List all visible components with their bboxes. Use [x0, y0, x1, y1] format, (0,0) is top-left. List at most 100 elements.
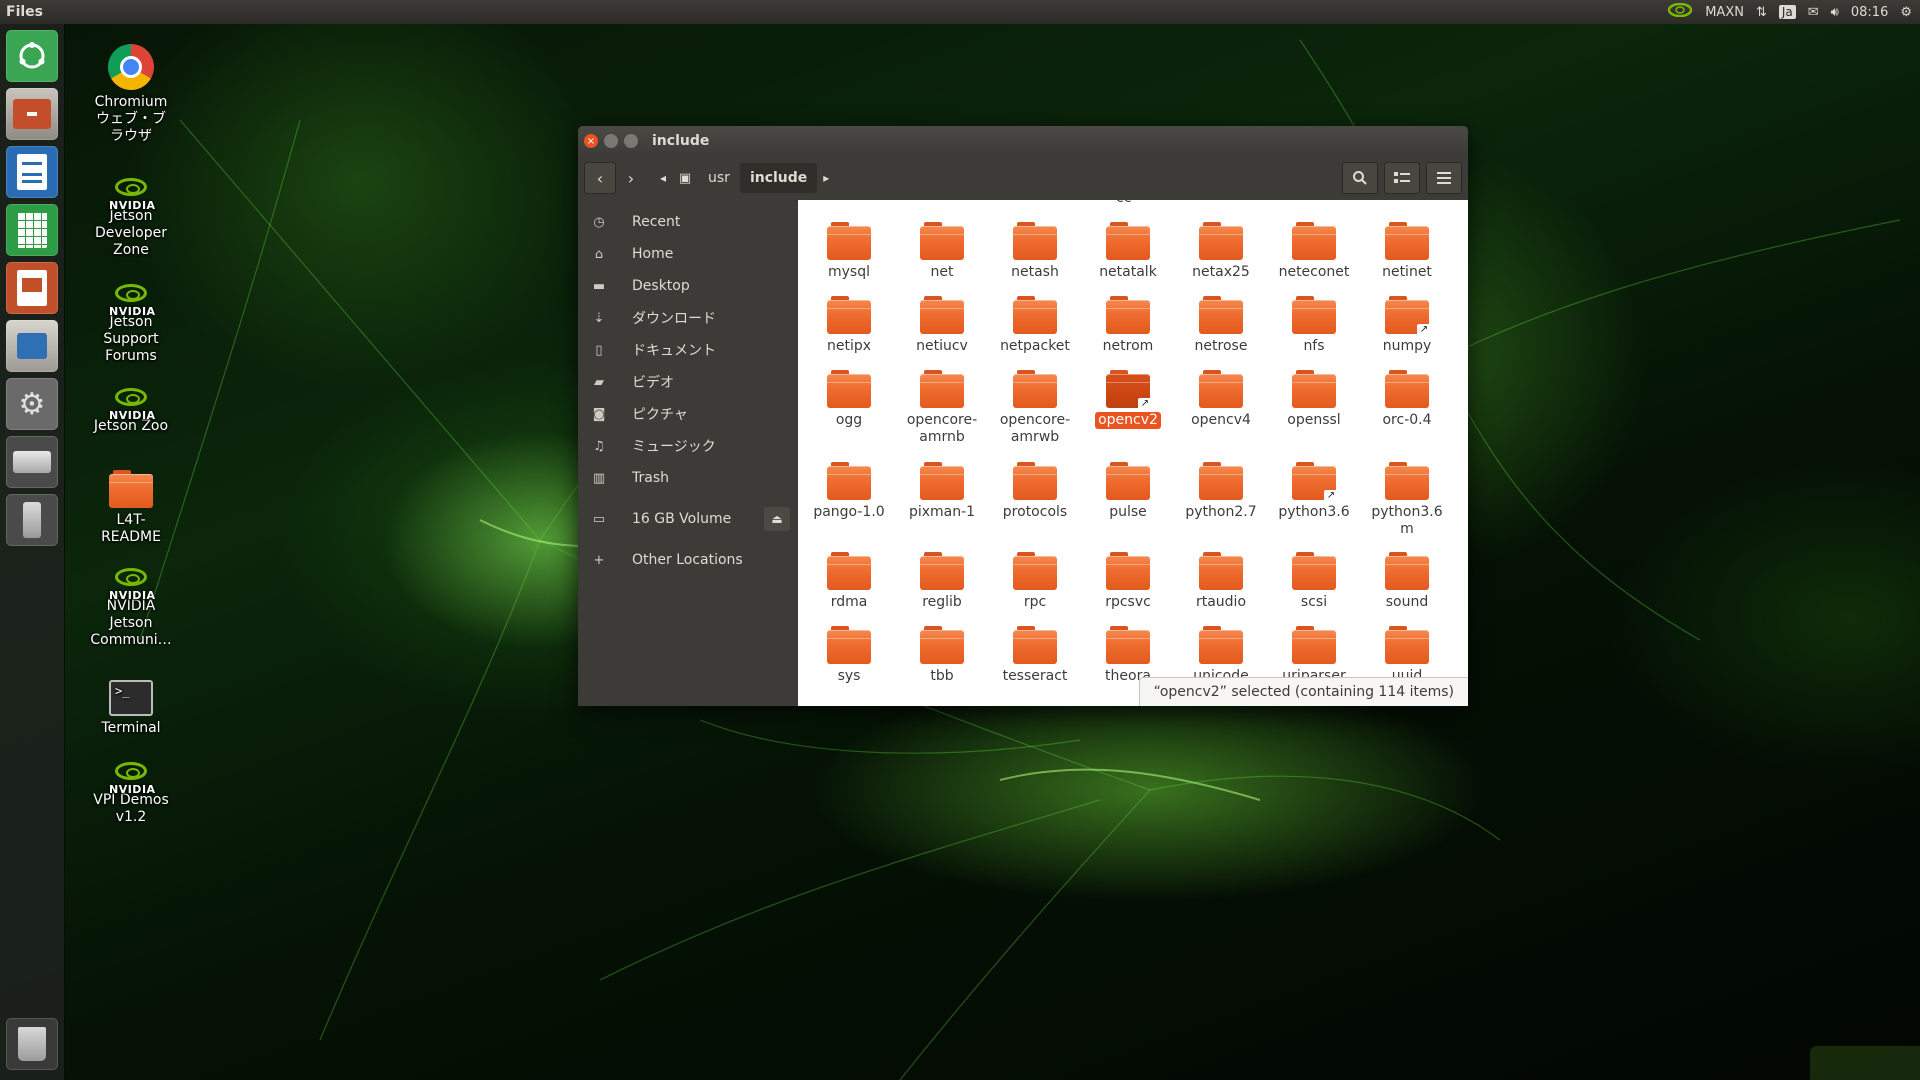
nvidia-logo-icon: NVIDIA: [109, 568, 155, 602]
folder-item-netrose[interactable]: netrose: [1176, 296, 1266, 355]
mail-icon[interactable]: ✉: [1808, 5, 1819, 20]
view-toggle-button[interactable]: [1384, 162, 1420, 194]
folder-item-numpy[interactable]: ↗ numpy: [1362, 296, 1452, 355]
desktop-icon-jetson-support-forums[interactable]: NVIDIA Jetson Support Forums: [81, 284, 181, 365]
desktop-icon-label: Developer: [94, 225, 167, 241]
ubuntu-dash-icon[interactable]: [6, 30, 58, 82]
breadcrumb-scroll-right-icon[interactable]: ▸: [817, 163, 835, 193]
breadcrumb-include[interactable]: include: [739, 163, 818, 193]
trash-icon[interactable]: [6, 1018, 58, 1070]
folder-item-orc-0.4[interactable]: orc-0.4: [1362, 370, 1452, 429]
sidebar-item-desktop[interactable]: ▬ Desktop: [578, 270, 796, 302]
folder-item-scsi[interactable]: scsi: [1269, 552, 1359, 611]
calc-icon[interactable]: [6, 204, 58, 256]
folder-item-python2.7[interactable]: python2.7: [1176, 462, 1266, 521]
sidebar-item-recent[interactable]: ◷ Recent: [578, 206, 796, 238]
breadcrumb-scroll-left-icon[interactable]: ◂: [654, 163, 672, 193]
folder-item-netatalk[interactable]: netatalk: [1083, 222, 1173, 281]
desktop-icon-label: ウェブ・ブ: [96, 111, 166, 127]
folder-item-ogg[interactable]: ogg: [804, 370, 894, 429]
desktop-icon-terminal[interactable]: >_ Terminal: [81, 680, 181, 737]
folder-item-tesseract[interactable]: tesseract: [990, 626, 1080, 685]
sidebar-item-home[interactable]: ⌂ Home: [578, 238, 796, 270]
folder-item-rdma[interactable]: rdma: [804, 552, 894, 611]
folder-item-netinet[interactable]: netinet: [1362, 222, 1452, 281]
folder-icon: [1292, 626, 1336, 664]
sidebar-item-other-locations[interactable]: + Other Locations: [578, 544, 796, 576]
desktop-icon-chromium[interactable]: Chromium ウェブ・ブ ラウザ: [81, 44, 181, 145]
keyboard-layout-indicator[interactable]: Ja: [1778, 5, 1796, 19]
folder-item-openssl[interactable]: openssl: [1269, 370, 1359, 429]
sidebar-item-16gb-volume[interactable]: ▭ 16 GB Volume ⏏: [578, 503, 796, 535]
system-settings-icon[interactable]: ⚙: [6, 378, 58, 430]
desktop-icon-jetson-developer-zone[interactable]: NVIDIA Jetson Developer Zone: [81, 178, 181, 259]
folder-item-netpacket[interactable]: netpacket: [990, 296, 1080, 355]
folder-item-nfs[interactable]: nfs: [1269, 296, 1359, 355]
back-button[interactable]: ‹: [584, 162, 616, 194]
sidebar-item-videos[interactable]: ▰ ビデオ: [578, 366, 796, 398]
folder-item-netiucv[interactable]: netiucv: [897, 296, 987, 355]
folder-item-net[interactable]: net: [897, 222, 987, 281]
forward-button[interactable]: ›: [616, 163, 646, 193]
desktop-icon-jetson-zoo[interactable]: NVIDIA Jetson Zoo: [81, 388, 181, 435]
folder-item-pulse[interactable]: pulse: [1083, 462, 1173, 521]
folder-icon: [1385, 552, 1429, 590]
folder-item-sound[interactable]: sound: [1362, 552, 1452, 611]
files-icon[interactable]: [6, 88, 58, 140]
folder-item-python3.6[interactable]: ↗ python3.6: [1269, 462, 1359, 521]
breadcrumb-usr[interactable]: usr: [698, 163, 740, 193]
folder-item-protocols[interactable]: protocols: [990, 462, 1080, 521]
desktop-icon-l4t-readme[interactable]: L4T- README: [81, 470, 181, 546]
network-icon[interactable]: ⇅: [1756, 5, 1767, 20]
folder-item-pixman-1[interactable]: pixman-1: [897, 462, 987, 521]
sidebar-item-trash[interactable]: ▥ Trash: [578, 462, 796, 494]
folder-item-tbb[interactable]: tbb: [897, 626, 987, 685]
folder-item-mysql[interactable]: mysql: [804, 222, 894, 281]
folder-item-netash[interactable]: netash: [990, 222, 1080, 281]
folder-view[interactable]: cc mysql net netash netatalk netax25 netecone…: [798, 200, 1468, 706]
folder-item-netax25[interactable]: netax25: [1176, 222, 1266, 281]
files-window: × include ‹ › ◂ ▣ usr include ▸ ◷ Recent …: [578, 126, 1468, 706]
folder-item-netrom[interactable]: netrom: [1083, 296, 1173, 355]
desktop-icon-nvidia-jetson-community[interactable]: NVIDIA NVIDIA Jetson Communi…: [81, 568, 181, 649]
window-titlebar[interactable]: × include: [578, 126, 1468, 156]
folder-item-neteconet[interactable]: neteconet: [1269, 222, 1359, 281]
folder-item-python3.6m[interactable]: python3.6 m: [1362, 462, 1452, 538]
folder-item-pango-1.0[interactable]: pango-1.0: [804, 462, 894, 521]
sidebar-item-pictures[interactable]: ◙ ピクチャ: [578, 398, 796, 430]
folder-item-netipx[interactable]: netipx: [804, 296, 894, 355]
gear-icon[interactable]: ⚙: [1900, 5, 1912, 20]
software-center-icon[interactable]: [6, 320, 58, 372]
root-folder-icon[interactable]: ▣: [672, 163, 698, 193]
sidebar-item-downloads[interactable]: ⇣ ダウンロード: [578, 302, 796, 334]
volume-icon[interactable]: 🔊︎: [1831, 5, 1839, 20]
maximize-button[interactable]: [624, 134, 638, 148]
folder-item-opencore-amrnb[interactable]: opencore-amrnb: [897, 370, 987, 446]
impress-icon[interactable]: [6, 262, 58, 314]
folder-icon: [1013, 222, 1057, 260]
hamburger-icon: [1437, 172, 1451, 184]
power-mode-indicator[interactable]: MAXN: [1705, 5, 1744, 20]
sidebar-item-documents[interactable]: ▯ ドキュメント: [578, 334, 796, 366]
folder-item-rpc[interactable]: rpc: [990, 552, 1080, 611]
nvidia-power-icon[interactable]: [1667, 2, 1693, 21]
folder-item-sys[interactable]: sys: [804, 626, 894, 685]
sidebar-item-music[interactable]: ♫ ミュージック: [578, 430, 796, 462]
clock[interactable]: 08:16: [1851, 5, 1888, 20]
close-button[interactable]: ×: [584, 134, 598, 148]
eject-button[interactable]: ⏏: [764, 507, 790, 531]
desktop-icon-vpi-demos[interactable]: NVIDIA VPI Demos v1.2: [81, 762, 181, 826]
folder-item-rtaudio[interactable]: rtaudio: [1176, 552, 1266, 611]
folder-item-opencore-amrwb[interactable]: opencore-amrwb: [990, 370, 1080, 446]
minimize-button[interactable]: [604, 134, 618, 148]
folder-name: pango-1.0: [813, 504, 885, 520]
folder-item-rpcsvc[interactable]: rpcsvc: [1083, 552, 1173, 611]
menu-button[interactable]: [1426, 162, 1462, 194]
usb-drive-icon[interactable]: [6, 494, 58, 546]
writer-icon[interactable]: [6, 146, 58, 198]
disk-drive-icon[interactable]: [6, 436, 58, 488]
folder-item-reglib[interactable]: reglib: [897, 552, 987, 611]
folder-item-opencv4[interactable]: opencv4: [1176, 370, 1266, 429]
search-button[interactable]: [1342, 162, 1378, 194]
folder-item-opencv2[interactable]: ↗ opencv2: [1083, 370, 1173, 429]
